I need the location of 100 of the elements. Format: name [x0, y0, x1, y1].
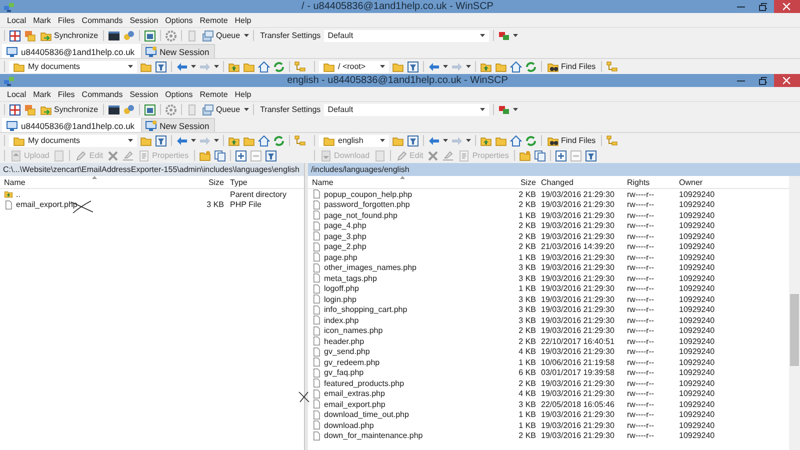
file-name[interactable]: .. [16, 190, 20, 199]
session-tab[interactable]: New Session [140, 44, 216, 58]
folder-icon[interactable] [495, 134, 507, 146]
local-location-dropdown[interactable]: My documents [9, 60, 137, 72]
file-name[interactable]: email_extras.php [324, 389, 385, 398]
copy-icon[interactable] [214, 150, 226, 162]
plus-icon[interactable] [554, 150, 567, 162]
local-location-dropdown[interactable]: My documents [9, 134, 137, 146]
binoculars-icon[interactable] [547, 60, 559, 72]
file-name[interactable]: info_shopping_cart.php [324, 305, 408, 314]
tree-icon[interactable] [606, 60, 618, 72]
grid-icon[interactable] [9, 104, 21, 116]
sync-icon[interactable] [40, 104, 52, 116]
filter-icon[interactable] [155, 60, 167, 72]
file-name[interactable]: other_images_names.php [324, 263, 417, 272]
remote-location-dropdown[interactable]: english [319, 134, 389, 146]
caret-icon[interactable] [512, 34, 518, 37]
transfer-preset-dropdown[interactable]: Default [324, 30, 489, 42]
rename-icon[interactable] [442, 150, 454, 162]
session-tab[interactable]: u84405836@1and1help.co.uk [2, 118, 141, 132]
synchronize-button[interactable]: Synchronize [39, 103, 100, 116]
file-name[interactable]: login.php [324, 294, 356, 304]
file-name[interactable]: download_time_out.php [324, 410, 409, 420]
queue-button[interactable]: Queue [201, 103, 242, 116]
column-header[interactable]: Size [200, 178, 224, 186]
queue-icon[interactable] [202, 30, 214, 42]
clipboard-icon[interactable] [186, 104, 198, 116]
connection-icon[interactable] [498, 30, 510, 42]
folder-icon[interactable] [140, 134, 152, 146]
sync-icon[interactable] [40, 30, 52, 42]
session-tab[interactable]: u84405836@1and1help.co.uk [2, 44, 141, 58]
file-name[interactable]: password_forgotten.php [324, 200, 410, 210]
terminal-icon[interactable] [108, 104, 120, 116]
parent-folder-icon[interactable] [228, 134, 240, 146]
file-name[interactable]: meta_tags.php [324, 274, 377, 283]
rename-icon[interactable] [122, 150, 134, 162]
caret-icon[interactable] [244, 34, 250, 37]
file-name[interactable]: download.php [324, 420, 374, 430]
parent-folder-icon[interactable] [480, 60, 492, 72]
filter-icon[interactable] [407, 60, 419, 72]
menu-item[interactable]: Commands [82, 90, 123, 98]
file-name[interactable]: page_not_found.php [324, 210, 398, 220]
caret-icon[interactable] [443, 65, 448, 68]
menu-item[interactable]: Files [58, 16, 75, 24]
menu-item[interactable]: Help [234, 90, 252, 98]
menu-item[interactable]: Help [234, 16, 252, 24]
session-tab[interactable]: New Session [140, 118, 216, 132]
back-arrow-icon[interactable] [176, 60, 188, 72]
menu-item[interactable]: Mark [33, 90, 51, 98]
file-name[interactable]: page_2.php [324, 242, 366, 252]
check-filter-icon[interactable] [584, 150, 597, 162]
filter-icon[interactable] [155, 134, 167, 146]
file-name[interactable]: logoff.php [324, 284, 359, 294]
menu-item[interactable]: Remote [200, 90, 228, 98]
column-header[interactable]: Changed [536, 178, 621, 186]
refresh-icon[interactable] [525, 60, 537, 72]
scrollbar[interactable] [789, 176, 800, 450]
window-icon[interactable] [144, 104, 156, 116]
copy-icon[interactable] [534, 150, 546, 162]
binoculars-icon[interactable] [547, 134, 559, 146]
back-arrow-icon[interactable] [428, 60, 440, 72]
tree-icon[interactable] [294, 60, 306, 72]
column-header[interactable]: Name [308, 178, 498, 186]
close-button[interactable] [774, 0, 800, 13]
home-icon[interactable] [258, 134, 270, 146]
file-name[interactable]: icon_names.php [324, 326, 383, 336]
close-button[interactable] [774, 74, 800, 87]
file-name[interactable]: email_export.php [324, 400, 386, 409]
column-header[interactable]: Rights [621, 178, 677, 186]
file-name[interactable]: gv_send.php [324, 347, 370, 356]
caret-icon[interactable] [214, 65, 219, 68]
menu-item[interactable]: Session [130, 90, 158, 98]
caret-icon[interactable] [443, 139, 448, 142]
back-arrow-icon[interactable] [428, 134, 440, 146]
column-header[interactable]: Owner [677, 178, 729, 186]
menu-item[interactable]: Local [7, 90, 26, 98]
parent-folder-icon[interactable] [228, 60, 240, 72]
terminal-icon[interactable] [108, 30, 120, 42]
menu-item[interactable]: Options [165, 90, 193, 98]
caret-icon[interactable] [244, 108, 250, 111]
refresh-icon[interactable] [525, 134, 537, 146]
file-name[interactable]: down_for_maintenance.php [324, 431, 423, 440]
refresh-icon[interactable] [273, 60, 285, 72]
column-header[interactable]: Name [0, 178, 200, 186]
home-icon[interactable] [510, 134, 522, 146]
check-filter-icon[interactable] [264, 150, 277, 162]
menu-item[interactable]: Options [165, 16, 193, 24]
delete-icon[interactable] [427, 150, 440, 162]
menu-item[interactable]: Commands [82, 16, 123, 24]
file-name[interactable]: featured_products.php [324, 378, 404, 388]
caret-icon[interactable] [191, 65, 196, 68]
queue-icon[interactable] [202, 104, 214, 116]
queue-button[interactable]: Queue [201, 29, 242, 42]
folder-icon[interactable] [392, 134, 404, 146]
connection-icon[interactable] [498, 104, 510, 116]
file-name[interactable]: index.php [324, 316, 359, 325]
caret-icon[interactable] [466, 139, 471, 142]
folder-icon[interactable] [243, 134, 255, 146]
clipboard-icon[interactable] [186, 30, 198, 42]
menu-item[interactable]: Session [130, 16, 158, 24]
